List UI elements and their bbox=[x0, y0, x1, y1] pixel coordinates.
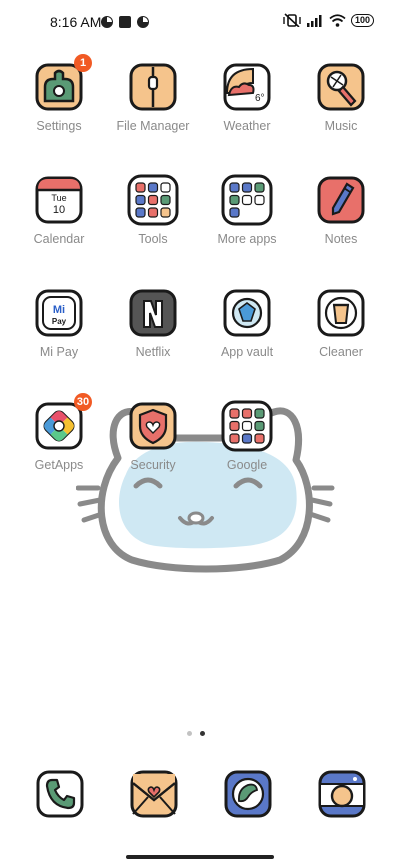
notification-badge: 30 bbox=[74, 393, 92, 411]
app-notes[interactable]: Notes bbox=[295, 176, 387, 246]
app-mi-pay[interactable]: Mi Pay Mi Pay bbox=[13, 289, 105, 359]
calendar-day: Tue bbox=[51, 193, 66, 203]
app-label: Music bbox=[324, 119, 358, 133]
page-dot-1[interactable] bbox=[187, 731, 192, 736]
app-label: Security bbox=[130, 458, 176, 472]
security-icon bbox=[129, 402, 177, 450]
app-label: Mi Pay bbox=[39, 345, 79, 359]
app-label: Calendar bbox=[33, 232, 85, 246]
status-time: 8:16 AM bbox=[50, 14, 102, 30]
mi-pay-logo-pay: Pay bbox=[52, 317, 67, 326]
mi-pay-icon: Mi Pay bbox=[35, 289, 83, 337]
weather-icon: 6° bbox=[223, 63, 271, 111]
folder-more-apps[interactable]: More apps bbox=[201, 174, 293, 246]
tools-folder-icon bbox=[127, 174, 179, 226]
cleaner-icon bbox=[317, 289, 365, 337]
more-apps-folder-icon bbox=[221, 174, 273, 226]
weather-temp: 6° bbox=[255, 93, 265, 104]
app-vault-icon bbox=[223, 289, 271, 337]
google-folder-icon bbox=[221, 400, 273, 452]
messages-icon bbox=[130, 770, 178, 818]
app-label: More apps bbox=[217, 232, 277, 246]
phone-icon bbox=[36, 770, 84, 818]
folder-google[interactable]: Google bbox=[201, 400, 293, 472]
folder-tools[interactable]: Tools bbox=[107, 174, 199, 246]
status-notification-icons bbox=[100, 15, 150, 29]
app-label: Cleaner bbox=[319, 345, 363, 359]
dock-camera[interactable] bbox=[318, 770, 366, 818]
status-bar: 8:16 AM 100 bbox=[0, 0, 400, 44]
browser-icon bbox=[224, 770, 272, 818]
notification-badge: 1 bbox=[74, 54, 92, 72]
app-netflix[interactable]: Netflix bbox=[107, 289, 199, 359]
app-label: App vault bbox=[220, 345, 274, 359]
app-weather[interactable]: 6° Weather bbox=[201, 63, 293, 133]
status-right: 100 bbox=[283, 13, 374, 27]
app-settings[interactable]: 1 Settings bbox=[13, 54, 105, 133]
pie-notification-icon bbox=[137, 16, 149, 28]
dock-messages[interactable] bbox=[130, 770, 178, 818]
mi-pay-logo-mi: Mi bbox=[53, 304, 65, 316]
app-app-vault[interactable]: App vault bbox=[201, 289, 293, 359]
file-manager-icon bbox=[129, 63, 177, 111]
music-icon bbox=[317, 63, 365, 111]
app-label: Google bbox=[226, 458, 268, 472]
dock-phone[interactable] bbox=[36, 770, 84, 818]
app-file-manager[interactable]: File Manager bbox=[107, 63, 199, 133]
app-label: Weather bbox=[223, 119, 271, 133]
vibrate-off-icon bbox=[283, 13, 301, 27]
app-calendar[interactable]: Tue 10 Calendar bbox=[13, 176, 105, 246]
wifi-icon bbox=[329, 13, 346, 27]
pie-notification-icon bbox=[101, 16, 113, 28]
app-cleaner[interactable]: Cleaner bbox=[295, 289, 387, 359]
app-music[interactable]: Music bbox=[295, 63, 387, 133]
app-label: Netflix bbox=[135, 345, 171, 359]
page-indicator bbox=[187, 731, 205, 736]
calendar-icon: Tue 10 bbox=[35, 176, 83, 224]
page-dot-2-active[interactable] bbox=[200, 731, 205, 736]
battery-indicator: 100 bbox=[350, 13, 374, 27]
notes-icon bbox=[317, 176, 365, 224]
app-label: Notes bbox=[324, 232, 358, 246]
camera-icon bbox=[318, 770, 366, 818]
calendar-date: 10 bbox=[53, 204, 65, 216]
app-getapps[interactable]: 30 GetApps bbox=[13, 393, 105, 472]
app-label: Settings bbox=[36, 119, 82, 133]
app-label: Tools bbox=[138, 232, 168, 246]
signal-icon bbox=[306, 14, 322, 27]
getapps-icon bbox=[35, 402, 83, 450]
home-indicator[interactable] bbox=[126, 855, 274, 859]
dock-browser[interactable] bbox=[224, 770, 272, 818]
app-security[interactable]: Security bbox=[107, 402, 199, 472]
app-label: File Manager bbox=[116, 119, 190, 133]
app-label: GetApps bbox=[34, 458, 84, 472]
settings-icon bbox=[35, 63, 83, 111]
square-notification-icon bbox=[119, 16, 131, 28]
netflix-icon bbox=[129, 289, 177, 337]
